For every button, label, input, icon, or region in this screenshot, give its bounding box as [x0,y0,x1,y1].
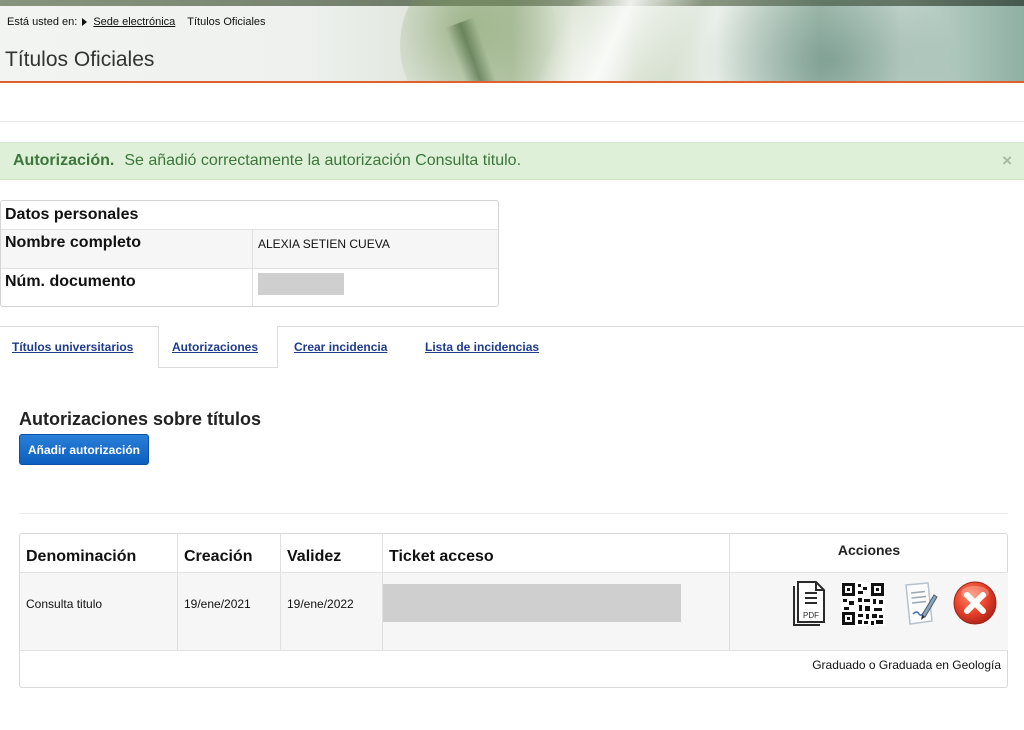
document-label: Núm. documento [1,269,253,306]
breadcrumb-link-sede[interactable]: Sede electrónica [93,16,175,28]
tabs-border [0,326,1024,327]
pdf-label: PDF [803,611,819,620]
alert-message: Se añadió correctamente la autorización … [124,152,522,169]
breadcrumb-arrow-icon [82,18,88,26]
sign-document-icon[interactable] [900,581,938,627]
page-title: Títulos Oficiales [5,48,155,71]
alert-close-button[interactable]: × [1002,151,1012,171]
column-header-ticket: Ticket acceso [383,534,730,572]
redacted-document-number [258,273,344,295]
degree-title: Graduado o Graduada en Geología [20,650,1008,688]
column-header-denominacion: Denominación [20,534,178,572]
pdf-download-icon[interactable]: PDF [790,580,828,626]
tab-crear-incidencia[interactable]: Crear incidencia [294,340,387,354]
tab-titulos-universitarios[interactable]: Títulos universitarios [12,340,133,354]
section-title: Autorizaciones sobre títulos [19,409,262,429]
document-value [253,269,498,306]
delete-icon[interactable] [952,580,998,626]
personal-data-panel: Datos personales Nombre completo ALEXIA … [0,200,499,307]
column-header-validez: Validez [281,534,383,572]
name-row: Nombre completo ALEXIA SETIEN CUEVA [1,230,498,269]
redacted-ticket [383,584,681,622]
breadcrumb: Está usted en: Sede electrónica Títulos … [7,16,266,28]
personal-data-heading: Datos personales [1,201,498,230]
qr-code-icon[interactable] [841,582,885,626]
tab-autorizaciones[interactable]: Autorizaciones [172,340,258,354]
breadcrumb-current: Títulos Oficiales [187,16,266,28]
cell-creacion: 19/ene/2021 [178,572,281,650]
cell-ticket [383,572,730,650]
column-header-acciones: Acciones [837,542,901,558]
authorizations-table: Denominación Creación Validez Ticket acc… [19,533,1008,688]
success-alert: Autorización. Se añadió correctamente la… [0,142,1024,180]
document-row: Núm. documento [1,269,498,306]
alert-title: Autorización. [13,152,115,169]
breadcrumb-prefix: Está usted en: [7,16,78,28]
divider [19,513,1008,514]
banner-decoration [700,0,960,81]
cell-validez: 19/ene/2022 [281,572,383,650]
name-label: Nombre completo [1,230,253,268]
divider [0,121,1024,122]
actions-cell: PDF [730,572,1008,650]
cell-denominacion: Consulta titulo [20,572,178,650]
header-banner: Está usted en: Sede electrónica Títulos … [0,0,1024,83]
column-header-creacion: Creación [178,534,281,572]
name-value: ALEXIA SETIEN CUEVA [258,237,390,251]
tab-lista-incidencias[interactable]: Lista de incidencias [425,340,539,354]
add-authorization-button[interactable]: Añadir autorización [19,434,149,465]
